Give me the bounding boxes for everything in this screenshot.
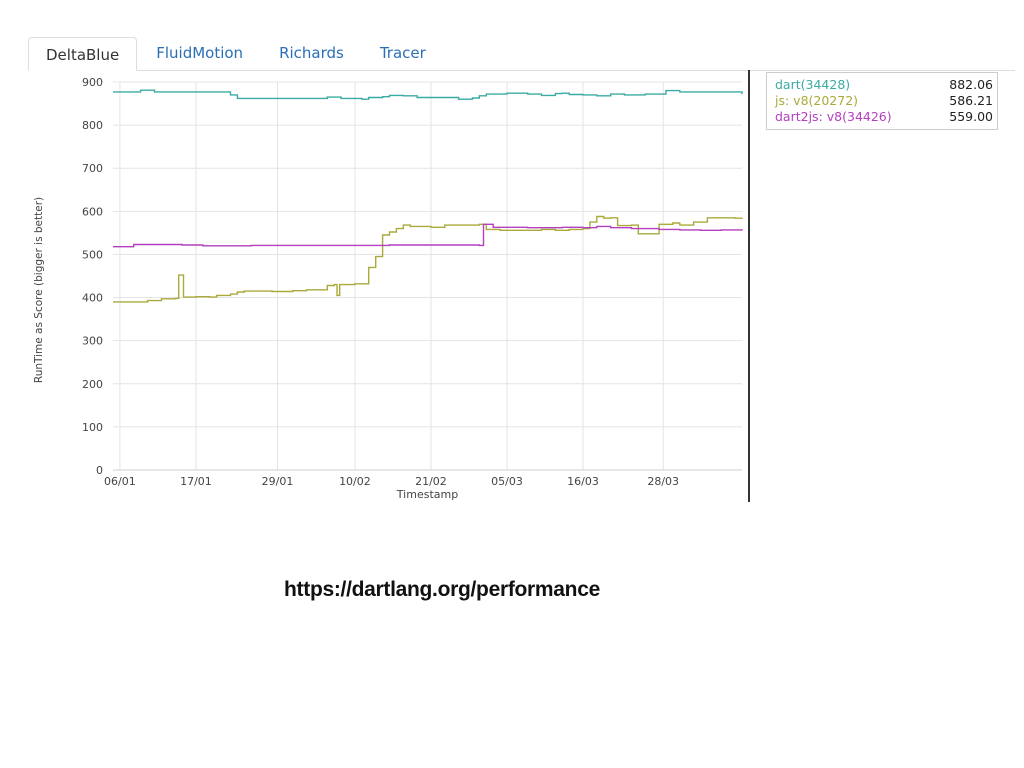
tab-fluidmotion[interactable]: FluidMotion [139,36,260,70]
x-axis-label: Timestamp [396,488,458,501]
legend-value: 559.00 [949,109,993,124]
x-tick-label: 17/01 [180,475,212,488]
legend: dart(34428) 882.06 js: v8(20272) 586.21 dart… [766,72,998,130]
x-tick-label: 29/01 [262,475,294,488]
legend-entry: dart2js: v8(34426) 559.00 [775,109,993,125]
panel-divider [748,70,750,502]
tab-bar: DeltaBlue FluidMotion Richards Tracer [28,36,1015,71]
legend-entry: js: v8(20272) 586.21 [775,93,993,109]
series-line-2 [113,215,743,303]
legend-label: dart2js: v8(34426) [775,109,892,124]
y-tick-label: 700 [82,162,103,175]
x-tick-label: 16/03 [567,475,599,488]
legend-value: 882.06 [949,77,993,92]
x-tick-label: 21/02 [415,475,447,488]
y-tick-label: 900 [82,76,103,89]
x-tick-label: 06/01 [104,475,136,488]
legend-label: dart(34428) [775,77,851,92]
series-line-1 [113,89,743,100]
performance-url: https://dartlang.org/performance [284,578,600,601]
series-line-3 [113,223,743,248]
y-tick-label: 100 [82,421,103,434]
runtime-chart: 0 100 200 300 400 500 600 700 800 900 06/01 17/01 29… [33,70,750,502]
tab-tracer[interactable]: Tracer [363,36,443,70]
legend-value: 586.21 [949,93,993,108]
x-tick-label: 10/02 [339,475,371,488]
y-tick-label: 200 [82,378,103,391]
x-tick-label: 28/03 [647,475,679,488]
legend-label: js: v8(20272) [775,93,859,108]
y-tick-label: 300 [82,335,103,348]
y-tick-label: 0 [96,464,103,477]
y-tick-label: 600 [82,205,103,218]
y-tick-label: 400 [82,292,103,305]
tab-deltablue[interactable]: DeltaBlue [28,37,138,71]
x-tick-label: 05/03 [491,475,523,488]
tab-richards[interactable]: Richards [262,36,361,70]
y-axis-label: RunTime as Score (bigger is better) [33,197,45,383]
legend-entry: dart(34428) 882.06 [775,77,993,93]
y-tick-label: 800 [82,119,103,132]
y-tick-label: 500 [82,248,103,261]
